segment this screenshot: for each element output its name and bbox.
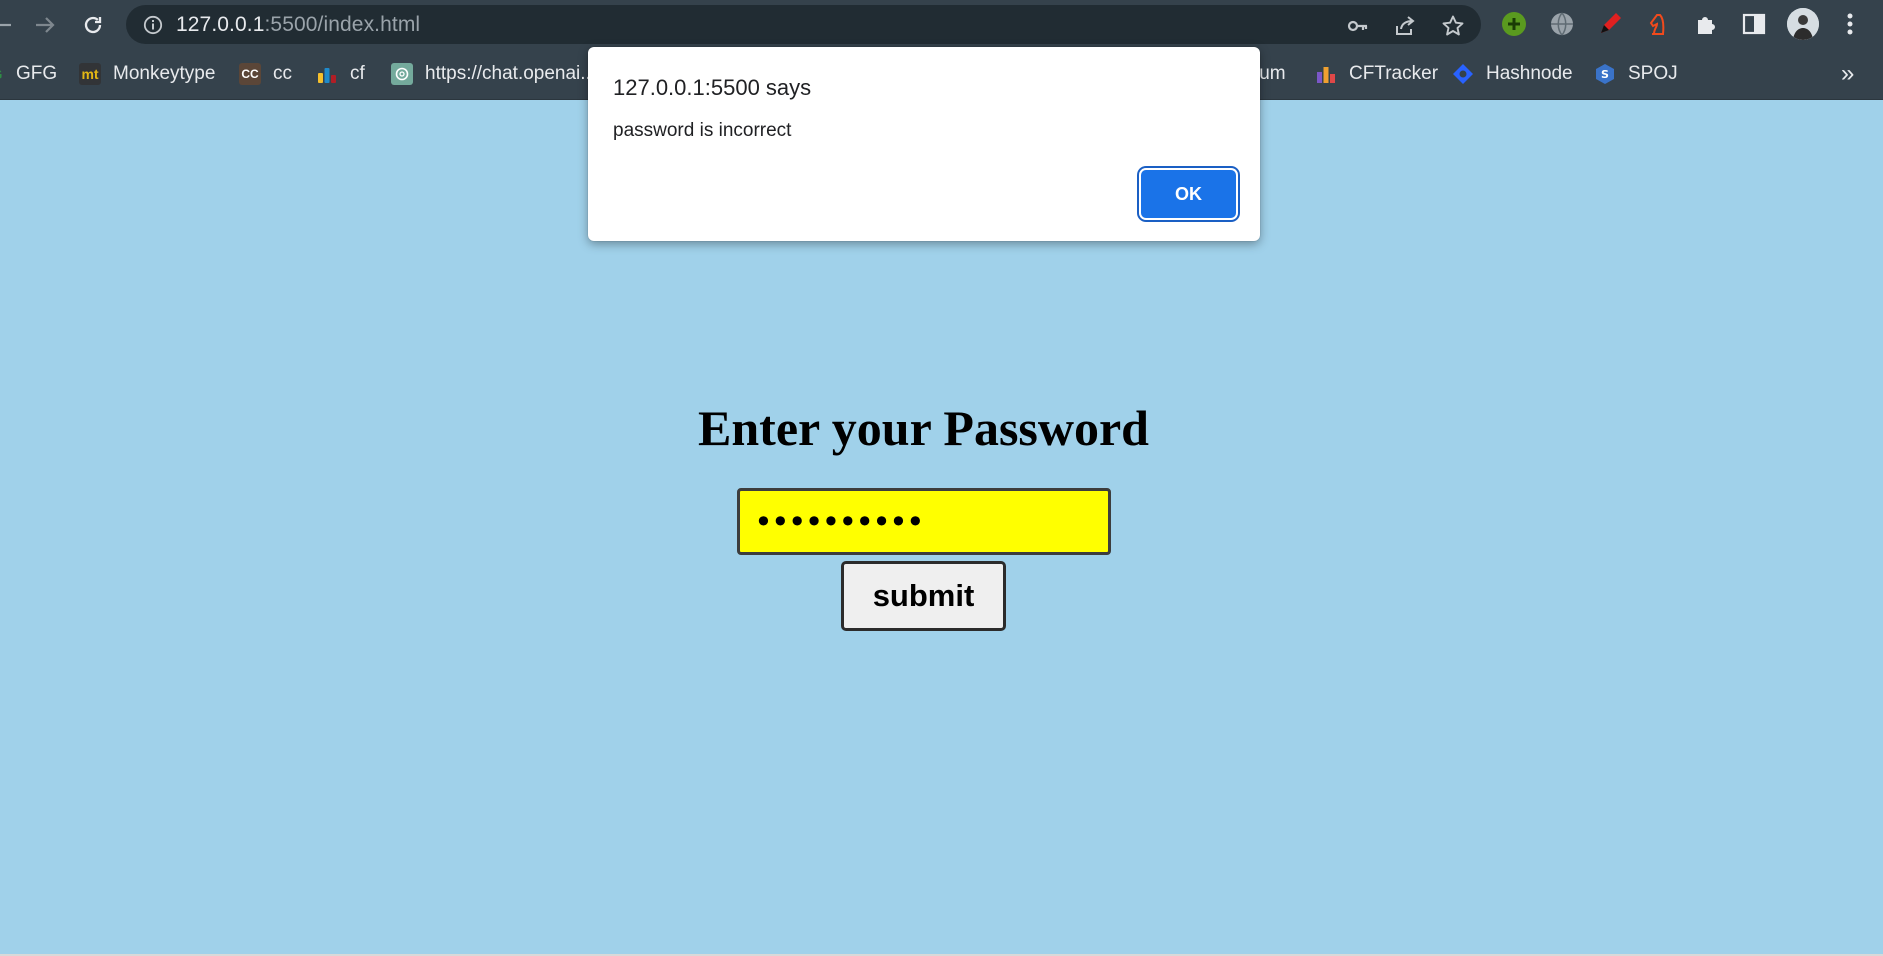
password-input[interactable]: ••••••••••	[737, 488, 1111, 555]
codeforces-icon	[316, 63, 338, 85]
bookmarks-overflow-chevron-icon[interactable]: »	[1841, 60, 1854, 88]
bookmark-cf[interactable]: cf	[316, 60, 365, 88]
url-path: :5500/index.html	[264, 12, 421, 36]
gfg-icon: G	[0, 63, 6, 85]
bookmark-cftracker[interactable]: CFTracker	[1315, 60, 1438, 88]
bookmark-label: Monkeytype	[113, 63, 216, 84]
side-panel-icon[interactable]	[1740, 10, 1768, 38]
bookmark-hashnode[interactable]: Hashnode	[1452, 60, 1573, 88]
share-icon[interactable]	[1392, 13, 1418, 39]
ok-button[interactable]: OK	[1141, 170, 1236, 218]
bookmark-label: https://chat.openai...	[425, 63, 597, 84]
key-icon[interactable]	[1345, 13, 1371, 39]
bookmark-label: CFTracker	[1349, 63, 1439, 84]
site-info-icon[interactable]	[142, 14, 164, 36]
bookmark-label: cf	[350, 63, 365, 84]
openai-icon	[391, 63, 413, 85]
url-host: 127.0.0.1	[176, 12, 265, 36]
star-icon[interactable]	[1440, 13, 1466, 39]
svg-text:S: S	[1601, 68, 1609, 81]
dialog-title: 127.0.0.1:5500 says	[613, 75, 812, 100]
submit-button[interactable]: submit	[841, 561, 1006, 631]
alert-dialog: 127.0.0.1:5500 says password is incorrec…	[588, 47, 1260, 241]
bookmark-label: GFG	[16, 63, 58, 84]
bookmark-spoj[interactable]: S SPOJ	[1594, 60, 1678, 88]
bookmark-label: Hashnode	[1486, 63, 1573, 84]
browser-toolbar: 127.0.0.1:5500/index.html	[0, 0, 1883, 49]
address-bar[interactable]: 127.0.0.1:5500/index.html	[126, 5, 1481, 44]
page-title: Enter your Password	[698, 400, 1149, 456]
chess-knight-extension-icon[interactable]	[1644, 10, 1672, 38]
dialog-message: password is incorrect	[613, 120, 792, 141]
bookmark-gfg[interactable]: G GFG	[0, 60, 57, 88]
url-text: 127.0.0.1:5500/index.html	[176, 13, 420, 37]
hashnode-icon	[1452, 63, 1474, 85]
spoj-icon: S	[1594, 63, 1616, 85]
globe-extension-icon[interactable]	[1548, 10, 1576, 38]
back-arrow-icon[interactable]	[0, 9, 18, 41]
chrome-menu-icon[interactable]	[1836, 10, 1864, 38]
puzzle-extensions-icon[interactable]	[1692, 10, 1720, 38]
forward-arrow-icon[interactable]	[29, 9, 61, 41]
bookmark-label: SPOJ	[1628, 63, 1678, 84]
pen-extension-icon[interactable]	[1596, 10, 1624, 38]
cftracker-icon	[1315, 63, 1337, 85]
bookmark-monkeytype[interactable]: mt Monkeytype	[79, 60, 215, 88]
bookmark-chat-openai[interactable]: https://chat.openai...	[391, 60, 596, 88]
bookmark-label: cc	[273, 63, 292, 84]
bookmark-cc[interactable]: CC cc	[239, 60, 292, 88]
profile-avatar[interactable]	[1787, 8, 1819, 40]
green-plus-extension-icon[interactable]	[1500, 10, 1528, 38]
monkeytype-icon: mt	[79, 63, 101, 85]
reload-icon[interactable]	[77, 9, 109, 41]
codechef-icon: CC	[239, 63, 261, 85]
